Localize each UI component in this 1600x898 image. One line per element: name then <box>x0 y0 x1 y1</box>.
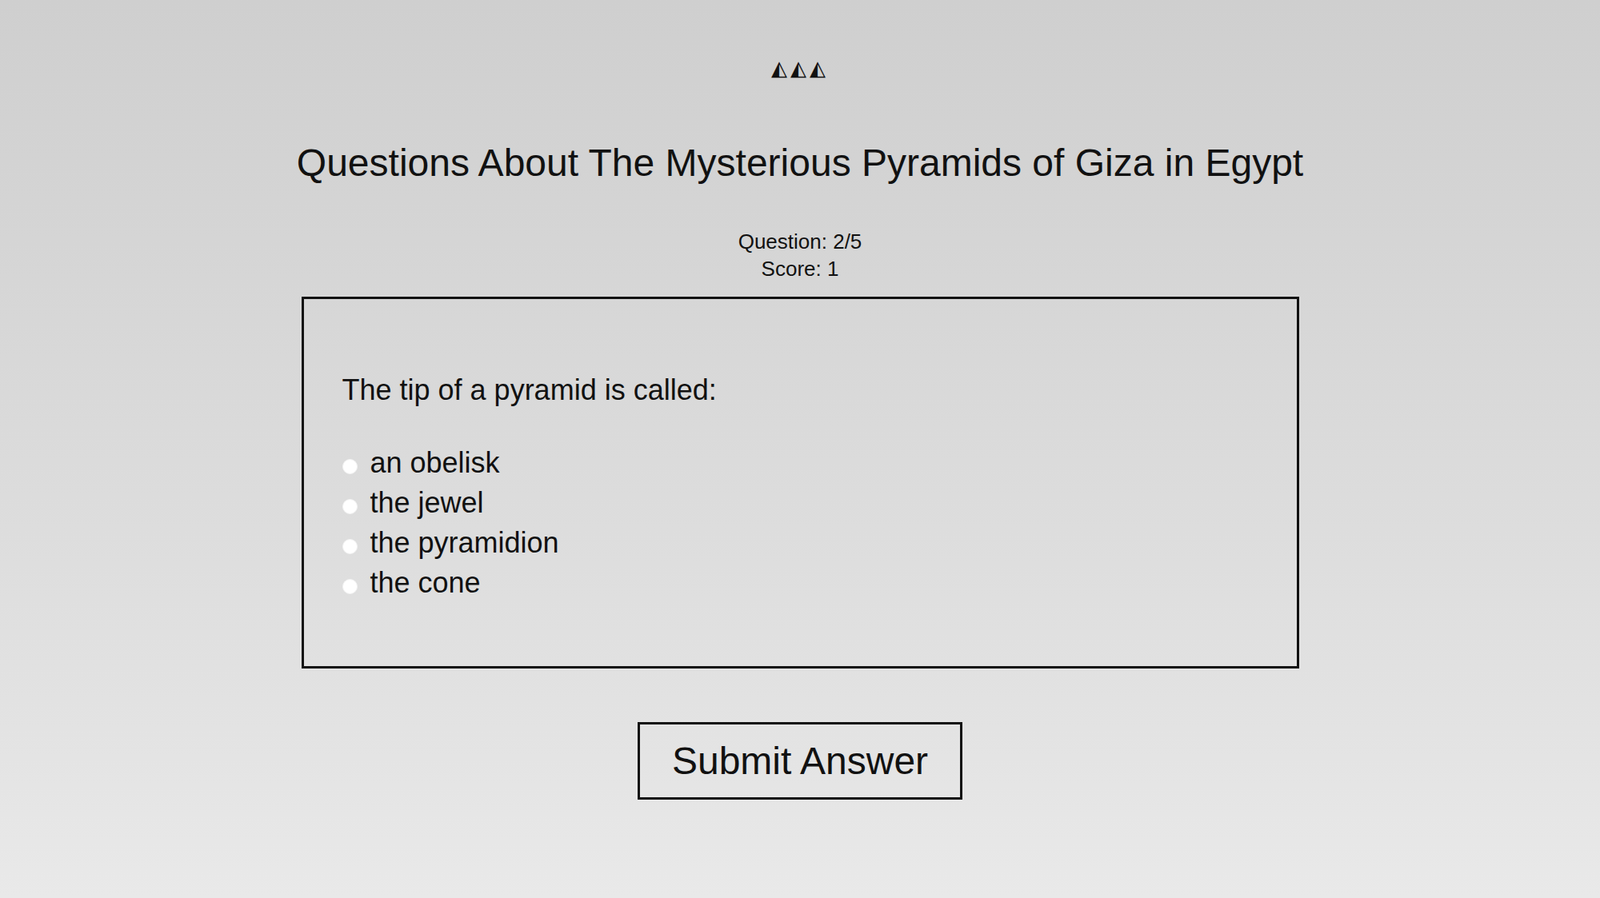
logo: ◭◭◭ <box>771 56 829 80</box>
option-list: an obelisk the jewel the pyramidion the con… <box>342 443 1259 604</box>
option-label[interactable]: the cone <box>370 565 481 601</box>
question-counter: Question: 2/5 <box>738 228 863 256</box>
answer-option[interactable]: the pyramidion <box>342 523 1259 564</box>
radio-button[interactable] <box>342 499 358 515</box>
page-title: Questions About The Mysterious Pyramids … <box>296 140 1304 187</box>
option-label[interactable]: an obelisk <box>370 445 500 481</box>
radio-button[interactable] <box>342 539 358 555</box>
answer-option[interactable]: the jewel <box>342 483 1259 524</box>
progress-info: Question: 2/5Score: 1 <box>738 228 863 283</box>
score: Score: 1 <box>761 255 840 283</box>
question-card: The tip of a pyramid is called: an obelis… <box>301 296 1300 669</box>
radio-button[interactable] <box>342 579 358 595</box>
answer-option[interactable]: an obelisk <box>342 443 1259 484</box>
option-label[interactable]: the jewel <box>370 485 484 521</box>
option-label[interactable]: the pyramidion <box>370 525 560 561</box>
question-text: The tip of a pyramid is called: <box>342 372 1259 408</box>
radio-button[interactable] <box>342 459 358 475</box>
submit-button[interactable]: Submit Answer <box>637 722 963 800</box>
quiz-page: ◭◭◭ Questions About The Mysterious Pyrami… <box>0 0 1600 898</box>
answer-option[interactable]: the cone <box>342 563 1259 604</box>
